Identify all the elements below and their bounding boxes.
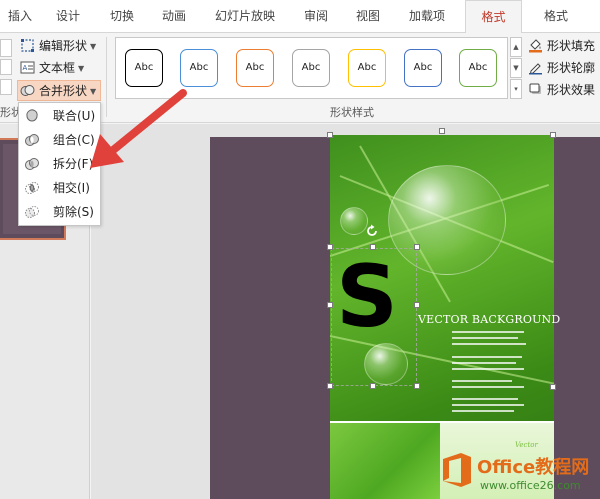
watermark-url: www.office26.com [480, 479, 581, 492]
annotation-arrow-icon [90, 89, 187, 168]
watermark-title: Office教程网 [477, 457, 590, 478]
watermark: Office教程网 www.office26.com [440, 452, 600, 499]
office-logo-icon [443, 453, 471, 487]
